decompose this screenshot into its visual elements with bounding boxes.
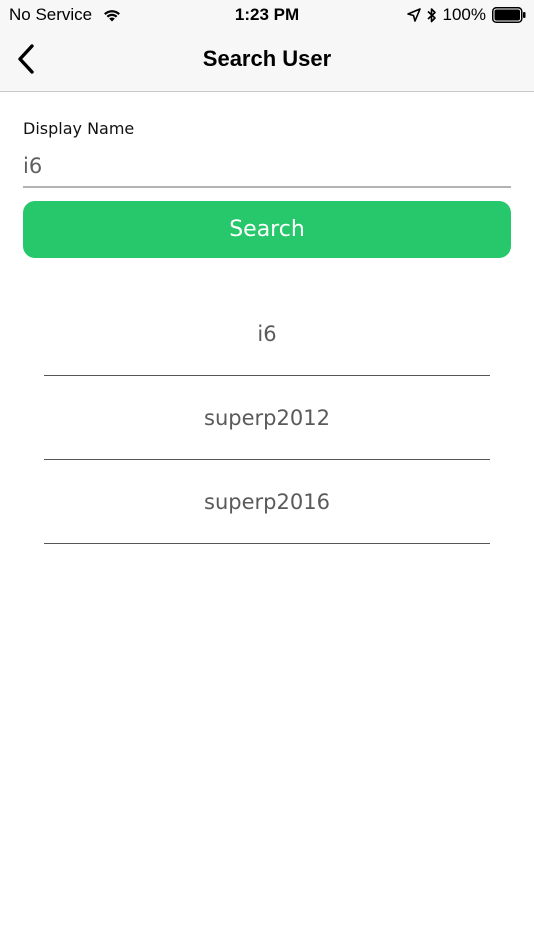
page-title: Search User <box>202 46 332 71</box>
display-name-input[interactable] <box>23 146 511 188</box>
battery-label: 100% <box>442 5 486 24</box>
bluetooth-icon <box>426 7 437 24</box>
list-item[interactable]: superp2016 <box>44 460 490 544</box>
navigation-bar: Search User <box>0 30 534 92</box>
location-arrow-icon <box>406 8 421 22</box>
display-name-label: Display Name <box>23 119 135 138</box>
status-bar: No Service 1:23 PM 100% <box>0 0 534 30</box>
list-item[interactable]: superp2012 <box>44 376 490 460</box>
search-button[interactable]: Search <box>23 201 511 258</box>
battery-icon <box>492 7 526 23</box>
results-list: i6 superp2012 superp2016 <box>44 292 490 544</box>
status-right: 100% <box>406 5 526 25</box>
list-item[interactable]: i6 <box>44 292 490 376</box>
